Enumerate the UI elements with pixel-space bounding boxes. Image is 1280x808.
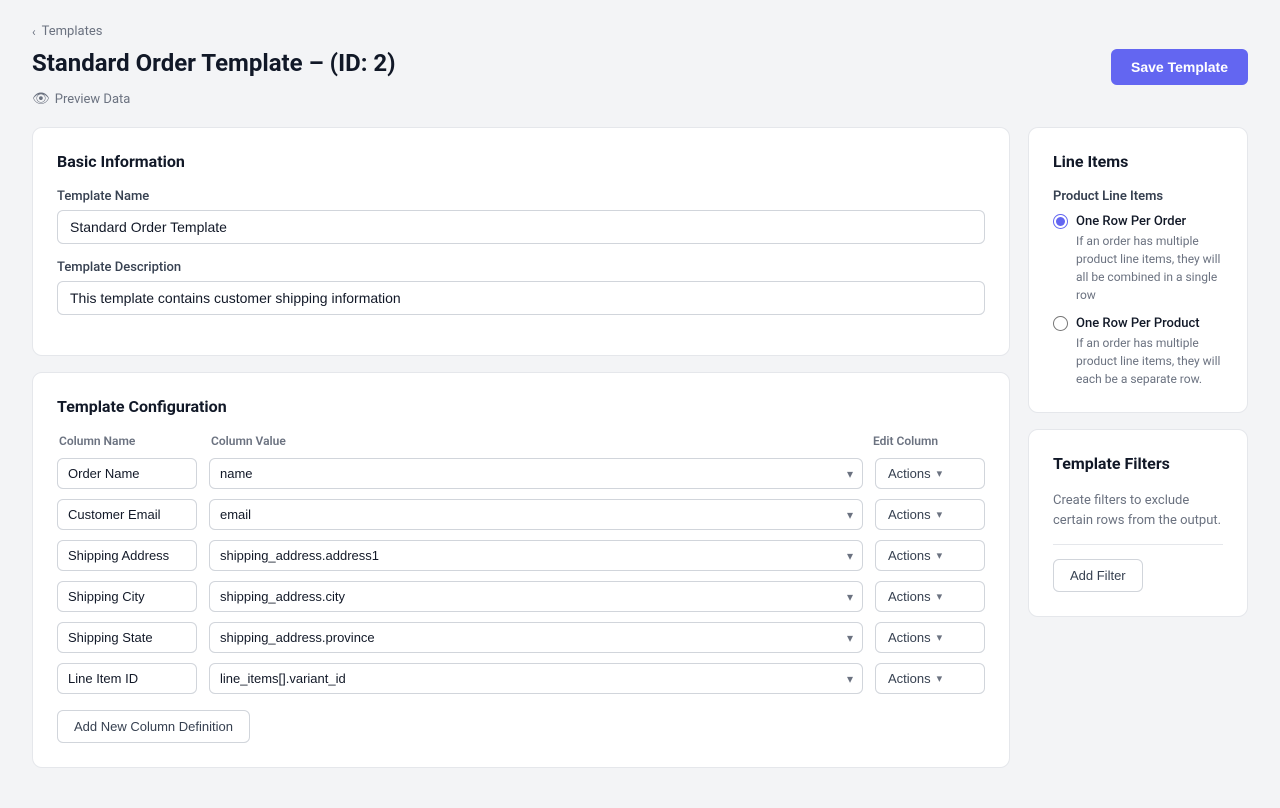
col-value-shipping-city-select[interactable]: shipping_address.city xyxy=(209,581,863,612)
template-filters-description: Create filters to exclude certain rows f… xyxy=(1053,491,1223,530)
breadcrumb-templates-link[interactable]: Templates xyxy=(42,24,103,39)
config-column-headers: Column Name Column Value Edit Column xyxy=(57,434,985,448)
col-value-select-wrapper-4: shipping_address.city xyxy=(209,581,863,612)
basic-info-card: Basic Information Template Name Template… xyxy=(32,127,1010,356)
actions-chevron-icon-6: ▾ xyxy=(937,672,943,685)
actions-label-1: Actions xyxy=(888,466,931,481)
table-row: shipping_address.address1 Actions ▾ xyxy=(57,540,985,571)
actions-label-6: Actions xyxy=(888,671,931,686)
actions-button-3[interactable]: Actions ▾ xyxy=(875,540,985,571)
template-description-input[interactable] xyxy=(57,281,985,315)
col-value-select-wrapper-5: shipping_address.province xyxy=(209,622,863,653)
preview-data-link[interactable]: 👁 Preview Data xyxy=(32,91,1248,107)
col-name-shipping-state[interactable] xyxy=(57,622,197,653)
main-layout: Basic Information Template Name Template… xyxy=(32,127,1248,784)
line-items-card: Line Items Product Line Items One Row Pe… xyxy=(1028,127,1248,413)
actions-label-5: Actions xyxy=(888,630,931,645)
product-line-items-subtitle: Product Line Items xyxy=(1053,189,1223,204)
template-name-label: Template Name xyxy=(57,189,985,204)
col-value-select-wrapper-1: name xyxy=(209,458,863,489)
actions-label-3: Actions xyxy=(888,548,931,563)
col-value-email-select[interactable]: email xyxy=(209,499,863,530)
actions-button-1[interactable]: Actions ▾ xyxy=(875,458,985,489)
actions-button-2[interactable]: Actions ▾ xyxy=(875,499,985,530)
actions-chevron-icon-2: ▾ xyxy=(937,508,943,521)
col-value-name-select[interactable]: name xyxy=(209,458,863,489)
line-items-title: Line Items xyxy=(1053,152,1223,171)
add-filter-button[interactable]: Add Filter xyxy=(1053,559,1143,592)
radio-description-one-row-per-order: If an order has multiple product line it… xyxy=(1053,232,1223,304)
actions-label-4: Actions xyxy=(888,589,931,604)
radio-one-row-per-product[interactable] xyxy=(1053,316,1068,331)
actions-chevron-icon-5: ▾ xyxy=(937,631,943,644)
col-name-shipping-city[interactable] xyxy=(57,581,197,612)
table-row: name Actions ▾ xyxy=(57,458,985,489)
right-column: Line Items Product Line Items One Row Pe… xyxy=(1028,127,1248,633)
actions-label-2: Actions xyxy=(888,507,931,522)
basic-info-title: Basic Information xyxy=(57,152,985,171)
template-description-label: Template Description xyxy=(57,260,985,275)
eye-icon: 👁 xyxy=(32,91,50,107)
col-name-customer-email[interactable] xyxy=(57,499,197,530)
product-line-items-radio-group: One Row Per Order If an order has multip… xyxy=(1053,214,1223,388)
breadcrumb-chevron-icon: ‹ xyxy=(32,25,36,39)
actions-button-6[interactable]: Actions ▾ xyxy=(875,663,985,694)
add-column-button[interactable]: Add New Column Definition xyxy=(57,710,250,743)
left-column: Basic Information Template Name Template… xyxy=(32,127,1010,784)
col-name-line-item-id[interactable] xyxy=(57,663,197,694)
radio-option-one-row-per-order: One Row Per Order If an order has multip… xyxy=(1053,214,1223,304)
col-value-select-wrapper-3: shipping_address.address1 xyxy=(209,540,863,571)
col-value-select-wrapper-2: email xyxy=(209,499,863,530)
header-row: Standard Order Template – (ID: 2) Save T… xyxy=(32,49,1248,85)
template-config-card: Template Configuration Column Name Colum… xyxy=(32,372,1010,768)
page-title: Standard Order Template – (ID: 2) xyxy=(32,49,396,77)
header-edit-column: Edit Column xyxy=(873,434,983,448)
breadcrumb: ‹ Templates xyxy=(32,24,1248,39)
template-filters-title: Template Filters xyxy=(1053,454,1223,473)
page-container: ‹ Templates Standard Order Template – (I… xyxy=(0,0,1280,808)
page-title-group: Standard Order Template – (ID: 2) xyxy=(32,49,396,77)
template-name-input[interactable] xyxy=(57,210,985,244)
radio-option-one-row-per-product: One Row Per Product If an order has mult… xyxy=(1053,316,1223,388)
radio-label-one-row-per-product[interactable]: One Row Per Product xyxy=(1076,316,1200,331)
preview-data-label: Preview Data xyxy=(55,92,131,107)
col-name-shipping-address[interactable] xyxy=(57,540,197,571)
actions-chevron-icon-4: ▾ xyxy=(937,590,943,603)
radio-label-row-1: One Row Per Order xyxy=(1053,214,1223,229)
radio-label-row-2: One Row Per Product xyxy=(1053,316,1223,331)
table-row: shipping_address.city Actions ▾ xyxy=(57,581,985,612)
actions-button-5[interactable]: Actions ▾ xyxy=(875,622,985,653)
col-value-select-wrapper-6: line_items[].variant_id xyxy=(209,663,863,694)
table-row: shipping_address.province Actions ▾ xyxy=(57,622,985,653)
radio-one-row-per-order[interactable] xyxy=(1053,214,1068,229)
col-value-line-item-select[interactable]: line_items[].variant_id xyxy=(209,663,863,694)
table-row: line_items[].variant_id Actions ▾ xyxy=(57,663,985,694)
template-config-title: Template Configuration xyxy=(57,397,985,416)
header-column-name: Column Name xyxy=(59,434,199,448)
header-column-value: Column Value xyxy=(211,434,861,448)
col-value-shipping-state-select[interactable]: shipping_address.province xyxy=(209,622,863,653)
col-name-order-name[interactable] xyxy=(57,458,197,489)
actions-chevron-icon-1: ▾ xyxy=(937,467,943,480)
table-row: email Actions ▾ xyxy=(57,499,985,530)
col-value-shipping-address-select[interactable]: shipping_address.address1 xyxy=(209,540,863,571)
save-template-button[interactable]: Save Template xyxy=(1111,49,1248,85)
template-filters-card: Template Filters Create filters to exclu… xyxy=(1028,429,1248,617)
filter-divider xyxy=(1053,544,1223,545)
radio-label-one-row-per-order[interactable]: One Row Per Order xyxy=(1076,214,1186,229)
radio-description-one-row-per-product: If an order has multiple product line it… xyxy=(1053,334,1223,388)
actions-chevron-icon-3: ▾ xyxy=(937,549,943,562)
actions-button-4[interactable]: Actions ▾ xyxy=(875,581,985,612)
